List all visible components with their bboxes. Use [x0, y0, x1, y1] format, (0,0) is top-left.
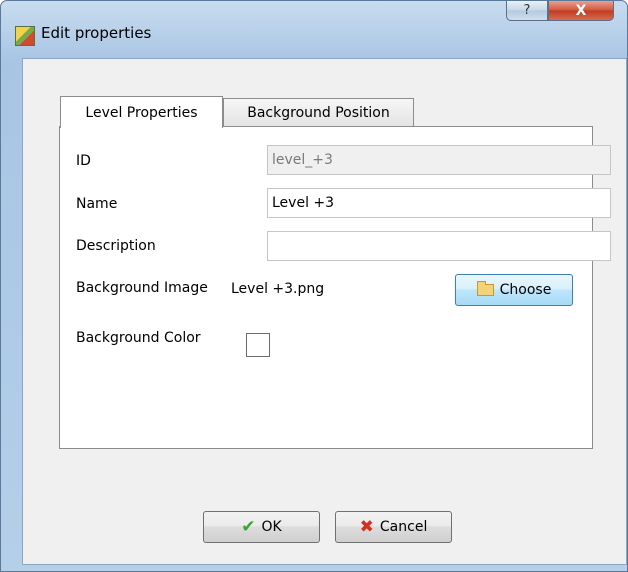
ok-button[interactable]: ✔ OK	[203, 511, 320, 543]
choose-button-label: Choose	[499, 282, 552, 298]
description-label: Description	[76, 238, 156, 254]
folder-icon	[476, 281, 494, 296]
close-icon: X	[575, 2, 587, 19]
check-icon: ✔	[241, 516, 256, 537]
id-field[interactable]	[267, 145, 611, 175]
id-label: ID	[76, 153, 91, 169]
x-icon: ✖	[359, 516, 374, 537]
edit-properties-window: Edit properties ? X Level Properties Bac…	[0, 0, 628, 572]
background-image-value: Level +3.png	[231, 281, 325, 297]
help-icon: ?	[523, 3, 531, 18]
background-image-label: Background Image	[76, 280, 208, 296]
title-bar[interactable]: Edit properties ? X	[1, 1, 627, 57]
help-button[interactable]: ?	[506, 1, 548, 21]
dialog-body: Level Properties Background Position ID …	[22, 58, 627, 565]
cancel-button[interactable]: ✖ Cancel	[335, 511, 452, 543]
window-title: Edit properties	[41, 24, 152, 42]
level-properties-panel: ID Name Description Background Image Lev…	[59, 126, 611, 449]
choose-button[interactable]: Choose	[455, 274, 573, 306]
tab-level-properties[interactable]: Level Properties	[60, 96, 223, 128]
close-button[interactable]: X	[548, 1, 614, 21]
name-field[interactable]	[267, 188, 611, 218]
app-icon	[15, 26, 35, 46]
ok-button-label: OK	[261, 519, 282, 535]
background-color-label: Background Color	[76, 330, 201, 346]
description-field[interactable]	[267, 231, 611, 261]
background-color-swatch[interactable]	[246, 333, 270, 357]
tab-background-position[interactable]: Background Position	[223, 98, 414, 127]
cancel-button-label: Cancel	[379, 519, 428, 535]
name-label: Name	[76, 196, 118, 212]
